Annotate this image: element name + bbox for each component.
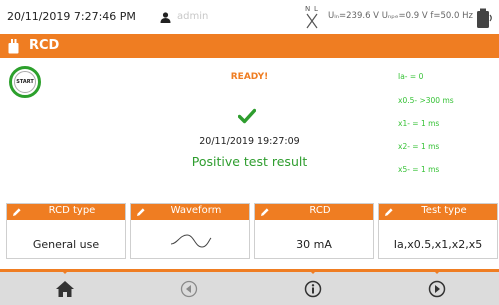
rcd-icon <box>8 39 19 54</box>
home-button[interactable] <box>3 269 127 305</box>
param-value: General use <box>32 238 100 251</box>
page-title: RCD <box>29 38 60 53</box>
param-header: RCD <box>255 204 373 220</box>
battery-icon <box>477 8 492 28</box>
back-icon <box>180 280 198 298</box>
home-icon <box>56 281 74 297</box>
next-button[interactable] <box>375 269 499 305</box>
param-test-type[interactable]: Test type Ia,x0.5,x1,x2,x5 <box>378 203 498 259</box>
user-icon <box>160 12 171 23</box>
status-bar: 20/11/2019 7:27:46 PM admin N L Uₗₙ=239.… <box>0 0 499 34</box>
sine-wave-icon <box>170 234 212 248</box>
status-voltages: Uₗₙ=239.6 V Uₙₚₑ=0.9 V f=50.0 Hz <box>328 11 473 21</box>
measurement-x2: x2- = 1 ms <box>398 142 440 151</box>
measurement-x5: x5- = 1 ms <box>398 165 440 174</box>
status-user: admin <box>177 11 209 22</box>
param-label: Waveform <box>170 205 222 216</box>
param-label: RCD <box>309 205 331 216</box>
param-header: Test type <box>379 204 497 220</box>
param-header: Waveform <box>131 204 249 220</box>
plug-icon: N L <box>305 5 318 29</box>
svg-text:L: L <box>314 5 318 13</box>
info-button[interactable] <box>251 269 375 305</box>
param-value: Ia,x0.5,x1,x2,x5 <box>393 238 483 251</box>
next-icon <box>428 280 446 298</box>
measurement-x1: x1- = 1 ms <box>398 119 440 128</box>
ready-status: READY! <box>230 72 269 82</box>
param-label: RCD type <box>48 205 96 216</box>
svg-text:N: N <box>305 5 310 13</box>
measurement-x0-5: x0.5- >300 ms <box>398 96 454 105</box>
param-header: RCD type <box>7 204 125 220</box>
param-waveform[interactable]: Waveform <box>130 203 250 259</box>
check-icon <box>238 108 256 124</box>
param-rcd-current[interactable]: RCD 30 mA <box>254 203 374 259</box>
back-button[interactable] <box>127 269 251 305</box>
param-label: Test type <box>421 205 467 216</box>
title-bar: RCD <box>0 34 499 58</box>
info-icon <box>304 280 322 298</box>
param-rcd-type[interactable]: RCD type General use <box>6 203 126 259</box>
next-notch <box>432 269 442 274</box>
bottom-bar <box>0 269 499 305</box>
start-button[interactable]: START <box>9 66 41 98</box>
home-notch <box>60 269 70 274</box>
param-value: 30 mA <box>296 238 332 251</box>
measurement-ia: Ia- = 0 <box>398 72 424 81</box>
info-notch <box>308 269 318 274</box>
status-datetime: 20/11/2019 7:27:46 PM <box>7 10 136 23</box>
